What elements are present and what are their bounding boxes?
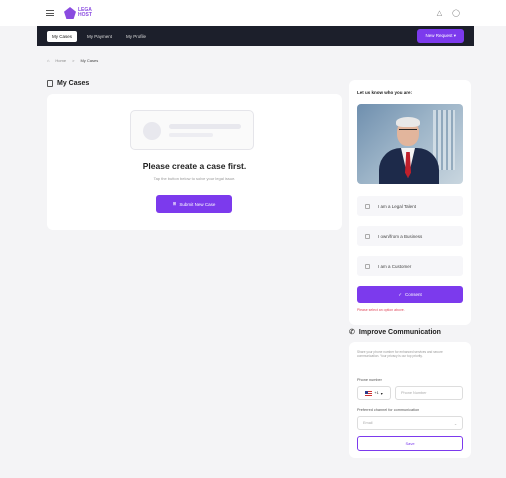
placeholder-line bbox=[169, 124, 241, 129]
consent-label: Consent bbox=[405, 292, 422, 297]
top-header: LEGA HOST △ ◯ bbox=[0, 0, 506, 26]
briefcase-icon bbox=[365, 203, 370, 209]
cases-heading: My Cases bbox=[47, 80, 89, 87]
save-button[interactable]: Save bbox=[357, 436, 463, 451]
home-icon[interactable]: ⌂ bbox=[47, 58, 49, 63]
comm-title: Improve Communication bbox=[358, 328, 441, 336]
phone-input[interactable]: Phone Number bbox=[395, 386, 463, 400]
comm-description: Share your phone number for enhanced ser… bbox=[357, 350, 443, 359]
error-message: Please select an option above. bbox=[357, 308, 405, 312]
who-title: Let us know who you are: bbox=[357, 90, 413, 95]
phone-label: Phone number bbox=[357, 378, 382, 382]
logo[interactable]: LEGA HOST bbox=[64, 7, 92, 19]
empty-state-subtitle: Tap the button below to solve your legal… bbox=[153, 176, 236, 181]
cases-card: Please create a case first. Tap the butt… bbox=[47, 94, 342, 230]
breadcrumb: ⌂ Home > My Cases bbox=[47, 58, 98, 63]
communication-card: Share your phone number for enhanced ser… bbox=[349, 342, 471, 458]
option-label: I own/from a Business bbox=[378, 233, 423, 239]
channel-value: Email bbox=[363, 421, 373, 425]
country-code-select[interactable]: +1 ▾ bbox=[357, 386, 391, 400]
chevron-down-icon: ▾ bbox=[380, 391, 383, 396]
bell-icon[interactable]: △ bbox=[437, 9, 442, 17]
tab-my-payment[interactable]: My Payment bbox=[87, 34, 112, 39]
photo-glasses bbox=[399, 129, 417, 132]
new-request-button[interactable]: New Request ▾ bbox=[417, 29, 464, 43]
channel-label: Preferred channel for communication bbox=[357, 408, 420, 412]
submit-new-case-button[interactable]: ⊞ Submit New Case bbox=[156, 195, 232, 213]
submit-new-case-label: Submit New Case bbox=[179, 201, 216, 207]
consent-button[interactable]: ✓ Consent bbox=[357, 286, 463, 303]
empty-state-title: Please create a case first. bbox=[142, 161, 247, 171]
new-request-label: New Request bbox=[425, 33, 453, 38]
option-label: I am a Customer bbox=[378, 263, 412, 269]
document-icon bbox=[47, 80, 53, 87]
option-customer[interactable]: I am a Customer bbox=[357, 256, 463, 276]
breadcrumb-current: My Cases bbox=[80, 58, 99, 63]
logo-mark-icon bbox=[64, 7, 76, 19]
option-label: I am a Legal Talent bbox=[378, 203, 416, 209]
profile-photo bbox=[357, 104, 463, 184]
placeholder-line bbox=[169, 133, 213, 137]
tab-my-profile[interactable]: My Profile bbox=[126, 34, 146, 39]
photo-hair bbox=[396, 117, 420, 127]
menu-icon[interactable] bbox=[46, 10, 54, 16]
user-icon[interactable]: ◯ bbox=[452, 9, 460, 17]
cases-title: My Cases bbox=[57, 80, 90, 87]
option-business[interactable]: I own/from a Business bbox=[357, 226, 463, 246]
plus-icon: ⊞ bbox=[172, 201, 177, 206]
logo-text: LEGA HOST bbox=[78, 7, 92, 18]
option-legal-talent[interactable]: I am a Legal Talent bbox=[357, 196, 463, 216]
breadcrumb-separator: > bbox=[72, 58, 75, 63]
main-nav: My Cases My Payment My Profile New Reque… bbox=[37, 26, 474, 46]
user-icon bbox=[365, 263, 370, 269]
phone-icon: ✆ bbox=[349, 329, 355, 336]
channel-select[interactable]: Email ⌄ bbox=[357, 416, 463, 430]
empty-illustration bbox=[130, 110, 254, 150]
chevron-down-icon: ▾ bbox=[453, 33, 456, 38]
tab-my-cases[interactable]: My Cases bbox=[47, 30, 78, 42]
comm-heading: ✆ Improve Communication bbox=[349, 328, 441, 337]
breadcrumb-home[interactable]: Home bbox=[55, 58, 66, 63]
placeholder-avatar bbox=[143, 122, 161, 140]
who-are-you-card: Let us know who you are: I am a Legal Ta… bbox=[349, 80, 471, 325]
phone-row: +1 ▾ Phone Number bbox=[357, 386, 463, 400]
chevron-down-icon: ⌄ bbox=[453, 421, 457, 426]
check-icon: ✓ bbox=[398, 291, 402, 297]
building-icon bbox=[365, 233, 370, 239]
country-code: +1 bbox=[374, 391, 379, 395]
us-flag-icon bbox=[365, 390, 373, 396]
